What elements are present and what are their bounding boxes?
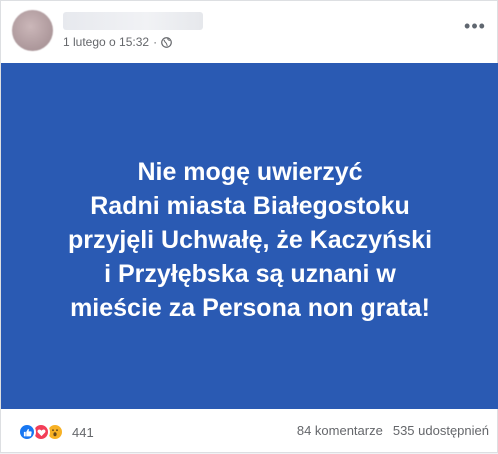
post-footer: 441 84 komentarze 535 udostępnień — [1, 409, 498, 454]
author-name[interactable] — [63, 12, 203, 30]
post-card: 1 lutego o 15:32 · ••• Nie mogę uwierzyć… — [0, 0, 498, 453]
reactions-summary[interactable]: 441 — [18, 423, 94, 441]
post-timestamp[interactable]: 1 lutego o 15:32 — [63, 35, 149, 49]
shares-count-link[interactable]: 535 udostępnień — [393, 423, 489, 438]
post-meta: 1 lutego o 15:32 · — [63, 34, 172, 50]
author-avatar[interactable] — [12, 10, 53, 51]
reaction-count: 441 — [72, 424, 94, 440]
image-text-line: mieście za Persona non grata! — [70, 294, 430, 322]
post-image[interactable]: Nie mogę uwierzyć Radni miasta Białegost… — [1, 63, 498, 409]
like-reaction-icon — [18, 423, 36, 441]
globe-icon — [161, 36, 172, 48]
image-text-line: i Przyłębska są uznani w — [104, 260, 396, 288]
meta-separator: · — [153, 35, 158, 49]
image-text-line: przyjęli Uchwałę, że Kaczyński — [67, 226, 433, 254]
engagement-counts: 84 komentarze 535 udostępnień — [297, 423, 489, 438]
comments-count-link[interactable]: 84 komentarze — [297, 423, 383, 438]
image-text-line: Radni miasta Białegostoku — [90, 192, 410, 220]
more-options-button[interactable]: ••• — [463, 17, 487, 35]
image-text-line: Nie mogę uwierzyć — [137, 158, 363, 186]
post-header: 1 lutego o 15:32 · ••• — [1, 1, 498, 63]
image-text: Nie mogę uwierzyć Radni miasta Białegost… — [20, 155, 480, 325]
